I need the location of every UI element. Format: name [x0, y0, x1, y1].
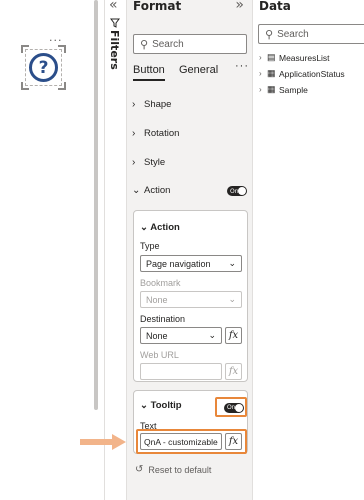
- chevron-down-icon: ⌄: [228, 294, 236, 304]
- destination-value: None: [146, 330, 168, 341]
- measure-table-icon: ▤: [267, 52, 276, 62]
- resize-handle-bottom-right[interactable]: [58, 82, 66, 90]
- chevron-down-icon: ⌄: [140, 400, 151, 411]
- type-dropdown[interactable]: Page navigation ⌄: [140, 255, 242, 272]
- section-action-label: Action: [144, 184, 171, 196]
- section-rotation[interactable]: › Rotation: [132, 123, 248, 143]
- list-item-label: ApplicationStatus: [279, 68, 345, 79]
- table-icon: ▦: [267, 68, 276, 78]
- format-tabs: Button General ···: [133, 60, 249, 81]
- data-search-input[interactable]: ⚲ Search: [258, 24, 364, 44]
- chevron-right-icon: ›: [132, 127, 136, 139]
- type-label: Type: [140, 241, 160, 251]
- destination-dropdown[interactable]: None ⌄: [140, 327, 222, 344]
- reset-to-default-button[interactable]: ↺ Reset to default: [135, 464, 211, 475]
- reset-label: Reset to default: [148, 464, 212, 475]
- list-item-label: MeasuresList: [279, 52, 330, 63]
- format-search-input[interactable]: ⚲ Search: [133, 34, 247, 54]
- collapse-left-icon[interactable]: «: [109, 0, 118, 13]
- tab-button[interactable]: Button: [133, 64, 165, 81]
- resize-handle-top-left[interactable]: [21, 45, 29, 53]
- resize-handle-top-right[interactable]: [58, 45, 66, 53]
- chevron-down-icon: ⌄: [208, 330, 216, 340]
- annotation-arrow-icon: [80, 434, 126, 450]
- canvas-scrollbar[interactable]: [94, 0, 98, 410]
- list-item-applicationstatus[interactable]: › ▦ ApplicationStatus: [259, 68, 345, 79]
- filters-pane: « Filters: [104, 0, 126, 500]
- tab-general[interactable]: General: [179, 64, 218, 76]
- more-options-icon[interactable]: ···: [235, 60, 249, 72]
- bookmark-value: None: [146, 294, 168, 305]
- chevron-right-icon: ›: [259, 53, 262, 62]
- question-mark-icon[interactable]: ?: [29, 53, 58, 82]
- format-pane: Format » ⚲ Search Button General ··· › S…: [126, 0, 252, 500]
- format-pane-title: Format: [133, 0, 182, 13]
- tooltip-toggle-highlight: [215, 397, 247, 417]
- tooltip-card-header[interactable]: ⌄ Tooltip: [140, 400, 182, 411]
- chevron-right-icon: ›: [259, 85, 262, 94]
- action-card-header[interactable]: ⌄ Action: [140, 222, 180, 233]
- destination-fx-button[interactable]: fx: [225, 327, 242, 344]
- tooltip-card-header-label: Tooltip: [150, 400, 182, 411]
- table-icon: ▦: [267, 84, 276, 94]
- chevron-down-icon: ⌄: [140, 222, 151, 233]
- section-shape[interactable]: › Shape: [132, 94, 248, 114]
- list-item-measureslist[interactable]: › ▤ MeasuresList: [259, 52, 330, 63]
- resize-handle-bottom-left[interactable]: [21, 82, 29, 90]
- report-canvas[interactable]: ··· ?: [0, 0, 100, 500]
- section-shape-label: Shape: [144, 98, 172, 110]
- weburl-label: Web URL: [140, 350, 179, 360]
- bookmark-label: Bookmark: [140, 278, 181, 288]
- bookmark-dropdown[interactable]: None ⌄: [140, 291, 242, 308]
- action-toggle-label: On: [230, 187, 239, 195]
- section-rotation-label: Rotation: [144, 127, 180, 139]
- section-style-label: Style: [144, 156, 166, 168]
- chevron-down-icon: ⌄: [132, 184, 141, 196]
- search-icon: ⚲: [140, 37, 149, 51]
- list-item-sample[interactable]: › ▦ Sample: [259, 84, 308, 95]
- list-item-label: Sample: [279, 84, 308, 95]
- data-pane: Data ⚲ Search › ▤ MeasuresList › ▦ Appli…: [252, 0, 364, 500]
- action-card: ⌄ Action Type Page navigation ⌄ Bookmark…: [133, 210, 248, 382]
- weburl-fx-button[interactable]: fx: [225, 363, 242, 380]
- chevron-right-icon: ›: [132, 98, 136, 110]
- weburl-input[interactable]: [140, 363, 222, 380]
- chevron-down-icon: ⌄: [228, 258, 236, 268]
- chevron-right-icon: ›: [132, 156, 136, 168]
- data-pane-title: Data: [259, 0, 291, 13]
- filters-pane-label[interactable]: Filters: [108, 30, 121, 70]
- tooltip-text-highlight: [136, 429, 247, 454]
- type-value: Page navigation: [146, 258, 211, 269]
- action-card-header-label: Action: [150, 222, 180, 233]
- qna-button-visual[interactable]: ?: [21, 45, 66, 90]
- action-toggle[interactable]: On: [227, 186, 247, 196]
- data-search-placeholder: Search: [277, 28, 309, 40]
- chevron-right-icon: ›: [259, 69, 262, 78]
- search-icon: ⚲: [265, 27, 274, 41]
- reset-icon: ↺: [135, 464, 144, 475]
- format-search-placeholder: Search: [152, 38, 184, 50]
- section-style[interactable]: › Style: [132, 152, 248, 172]
- expand-right-icon[interactable]: »: [235, 0, 244, 13]
- destination-label: Destination: [140, 314, 186, 324]
